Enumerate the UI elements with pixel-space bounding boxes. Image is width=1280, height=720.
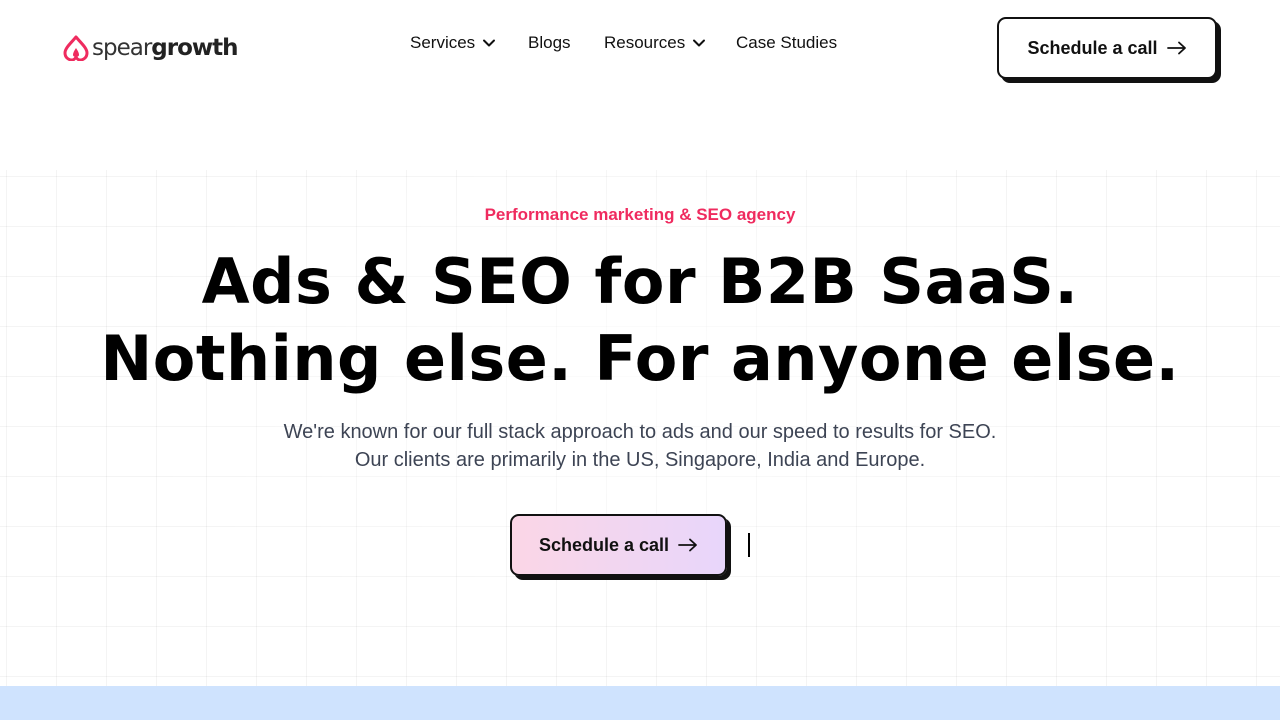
landing-page: speargrowth Services Blogs Resources Cas… <box>0 0 1280 720</box>
nav-item-resources[interactable]: Resources <box>604 33 706 53</box>
header-schedule-call-button[interactable]: Schedule a call <box>997 17 1217 79</box>
arrow-right-icon <box>678 538 698 552</box>
logo-link[interactable]: speargrowth <box>63 33 239 63</box>
logo-wordmark: speargrowth <box>92 34 239 61</box>
hero-subtext: We're known for our full stack approach … <box>0 418 1280 474</box>
hero-headline: Ads & SEO for B2B SaaS. Nothing else. Fo… <box>0 243 1280 397</box>
nav-item-label: Case Studies <box>736 33 838 52</box>
button-label: Schedule a call <box>538 534 670 555</box>
nav-item-blogs[interactable]: Blogs <box>528 33 571 53</box>
site-header: speargrowth Services Blogs Resources Cas… <box>0 0 1280 96</box>
next-section-band <box>0 686 1280 720</box>
arrow-right-icon <box>1166 41 1187 55</box>
nav-item-case-studies[interactable]: Case Studies <box>736 33 837 53</box>
nav-item-label: Blogs <box>528 33 571 52</box>
subtext-line-1: We're known for our full stack approach … <box>283 421 997 443</box>
nav-item-label: Services <box>410 33 476 52</box>
spear-flame-icon <box>63 35 89 61</box>
nav-item-services[interactable]: Services <box>410 33 496 53</box>
chevron-down-icon <box>482 36 496 50</box>
nav-item-label: Resources <box>604 33 686 52</box>
headline-line-1: Ads & SEO for B2B SaaS. <box>201 245 1079 318</box>
button-label: Schedule a call <box>1027 37 1158 58</box>
chevron-down-icon <box>692 36 706 50</box>
hero-eyebrow: Performance marketing & SEO agency <box>484 205 796 224</box>
subtext-line-2: Our clients are primarily in the US, Sin… <box>354 449 926 471</box>
hero-schedule-call-button[interactable]: Schedule a call <box>510 514 727 576</box>
text-cursor-caret <box>748 533 750 557</box>
headline-line-2: Nothing else. For anyone else. <box>100 322 1180 395</box>
